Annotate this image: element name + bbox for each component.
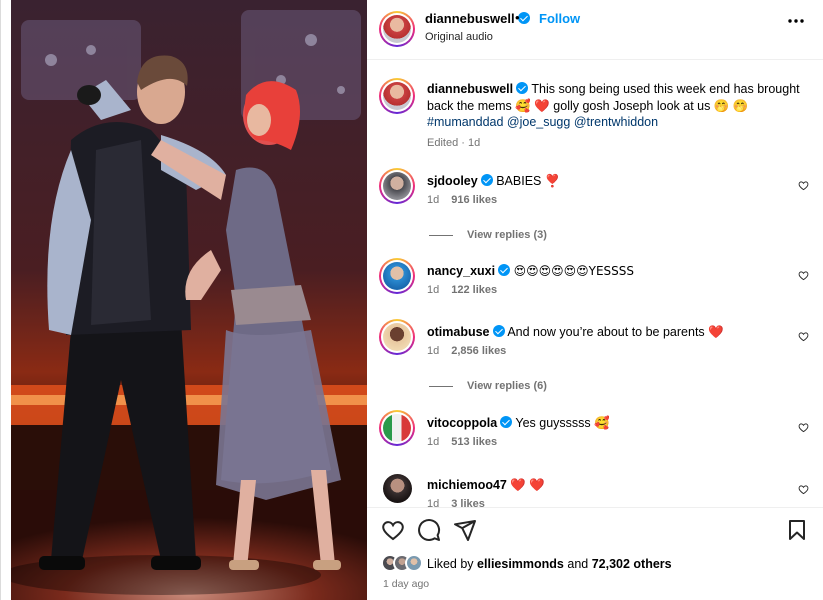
comment-line: michiemoo47 ❤️ ❤️	[427, 477, 545, 493]
heart-icon[interactable]	[381, 518, 405, 542]
post-header: diannebuswell • Follow Original audio	[367, 0, 823, 60]
paper-plane-icon[interactable]	[453, 518, 477, 542]
comment-heart-icon[interactable]	[798, 422, 809, 433]
comment-likes[interactable]: 122 likes	[451, 284, 497, 296]
comment-heart-icon[interactable]	[798, 484, 809, 495]
caption-tags[interactable]: #mumanddad @joe_sugg @trentwhiddon	[427, 115, 658, 129]
comment-likes[interactable]: 513 likes	[451, 436, 497, 448]
more-options-button[interactable]	[787, 12, 805, 35]
comment-meta: 1d 2,856 likes	[427, 345, 507, 357]
caption-text: diannebuswell This song being used this …	[427, 81, 811, 131]
comment-likes[interactable]: 916 likes	[451, 194, 497, 206]
author-avatar[interactable]	[379, 11, 415, 47]
comment-text: ❤️ ❤️	[510, 478, 545, 492]
comment-avatar[interactable]	[379, 319, 415, 355]
more-dots-icon	[788, 19, 804, 23]
comment-avatar[interactable]	[379, 168, 415, 204]
author-username[interactable]: diannebuswell	[425, 11, 530, 26]
comment-avatar[interactable]	[379, 258, 415, 294]
comment-username[interactable]: sjdooley	[427, 174, 478, 188]
verified-badge-icon	[500, 416, 513, 428]
verified-badge-icon	[480, 174, 493, 186]
comment-heart-icon[interactable]	[798, 180, 809, 191]
post-dialog: diannebuswell • Follow Original audio di…	[0, 0, 823, 600]
verified-badge-icon	[498, 264, 511, 276]
comment-meta: 1d 513 likes	[427, 436, 498, 448]
liked-by-others[interactable]: 72,302 others	[592, 557, 672, 571]
comment-text: Yes guysssss 🥰	[515, 416, 610, 430]
comment-line: nancy_xuxi 😍😍😍😍😍😍YESSSS	[427, 263, 634, 279]
liked-by-text: Liked by elliesimmonds and 72,302 others	[427, 557, 672, 571]
view-replies-button[interactable]: View replies (3)	[429, 229, 547, 241]
liked-by-user[interactable]: elliesimmonds	[477, 557, 564, 571]
comment-likes[interactable]: 2,856 likes	[451, 345, 506, 357]
audio-link[interactable]: Original audio	[425, 31, 493, 43]
post-actions-bar: Liked by elliesimmonds and 72,302 others…	[367, 507, 823, 600]
comment-line: sjdooley BABIES ❣️	[427, 173, 560, 189]
view-replies-button[interactable]: View replies (6)	[429, 380, 547, 392]
liker-avatar	[405, 554, 423, 572]
header-separator: •	[515, 10, 520, 25]
comment-text: And now you’re about to be parents ❤️	[507, 325, 724, 339]
post-video[interactable]	[11, 0, 367, 600]
comment-avatar[interactable]	[379, 410, 415, 446]
comment-line: vitocoppola Yes guysssss 🥰	[427, 415, 610, 431]
comment-heart-icon[interactable]	[798, 270, 809, 281]
comment-meta: 1d 916 likes	[427, 194, 498, 206]
caption-avatar[interactable]	[379, 78, 415, 114]
comment-line: otimabuse And now you’re about to be par…	[427, 324, 724, 340]
dancers-image	[11, 0, 367, 600]
comment-username[interactable]: vitocoppola	[427, 416, 497, 430]
bookmark-icon[interactable]	[785, 518, 809, 542]
comment-meta: 1d 122 likes	[427, 284, 498, 296]
comment-username[interactable]: michiemoo47	[427, 478, 507, 492]
caption-meta: Edited · 1d	[427, 137, 481, 149]
comment-text: BABIES ❣️	[496, 174, 561, 188]
comment-username[interactable]: otimabuse	[427, 325, 490, 339]
comment-text: 😍😍😍😍😍😍YESSSS	[513, 264, 635, 278]
comment-avatar[interactable]	[383, 474, 412, 503]
follow-button[interactable]: Follow	[539, 11, 580, 26]
comment-username[interactable]: nancy_xuxi	[427, 264, 495, 278]
verified-badge-icon	[516, 82, 529, 94]
post-date[interactable]: 1 day ago	[383, 578, 429, 590]
verified-badge-icon	[492, 325, 505, 337]
liked-by-avatars	[381, 553, 427, 573]
post-side-panel: diannebuswell • Follow Original audio di…	[367, 0, 823, 600]
comment-bubble-icon[interactable]	[417, 518, 441, 542]
caption-username[interactable]: diannebuswell	[427, 82, 513, 96]
comment-heart-icon[interactable]	[798, 331, 809, 342]
